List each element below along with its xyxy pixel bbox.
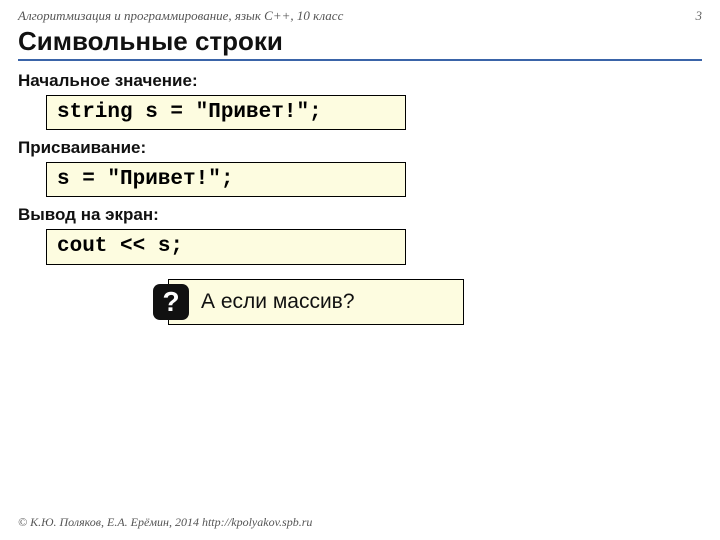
course-name: Алгоритмизация и программирование, язык … bbox=[18, 8, 343, 24]
title-rule bbox=[18, 59, 702, 61]
question-icon: ? bbox=[153, 284, 189, 320]
callout-box: ? А если массив? bbox=[168, 279, 464, 325]
page-number: 3 bbox=[696, 8, 703, 24]
page-title: Символьные строки bbox=[18, 26, 702, 57]
callout-text: А если массив? bbox=[201, 290, 355, 314]
section-label-assign: Присваивание: bbox=[18, 138, 702, 158]
code-output: cout << s; bbox=[46, 229, 406, 264]
slide: Алгоритмизация и программирование, язык … bbox=[0, 0, 720, 325]
footer-copyright: © К.Ю. Поляков, Е.А. Ерёмин, 2014 http:/… bbox=[18, 515, 312, 530]
section-label-output: Вывод на экран: bbox=[18, 205, 702, 225]
header-line: Алгоритмизация и программирование, язык … bbox=[18, 8, 702, 24]
section-label-initial: Начальное значение: bbox=[18, 71, 702, 91]
code-initial: string s = "Привет!"; bbox=[46, 95, 406, 130]
code-assign: s = "Привет!"; bbox=[46, 162, 406, 197]
